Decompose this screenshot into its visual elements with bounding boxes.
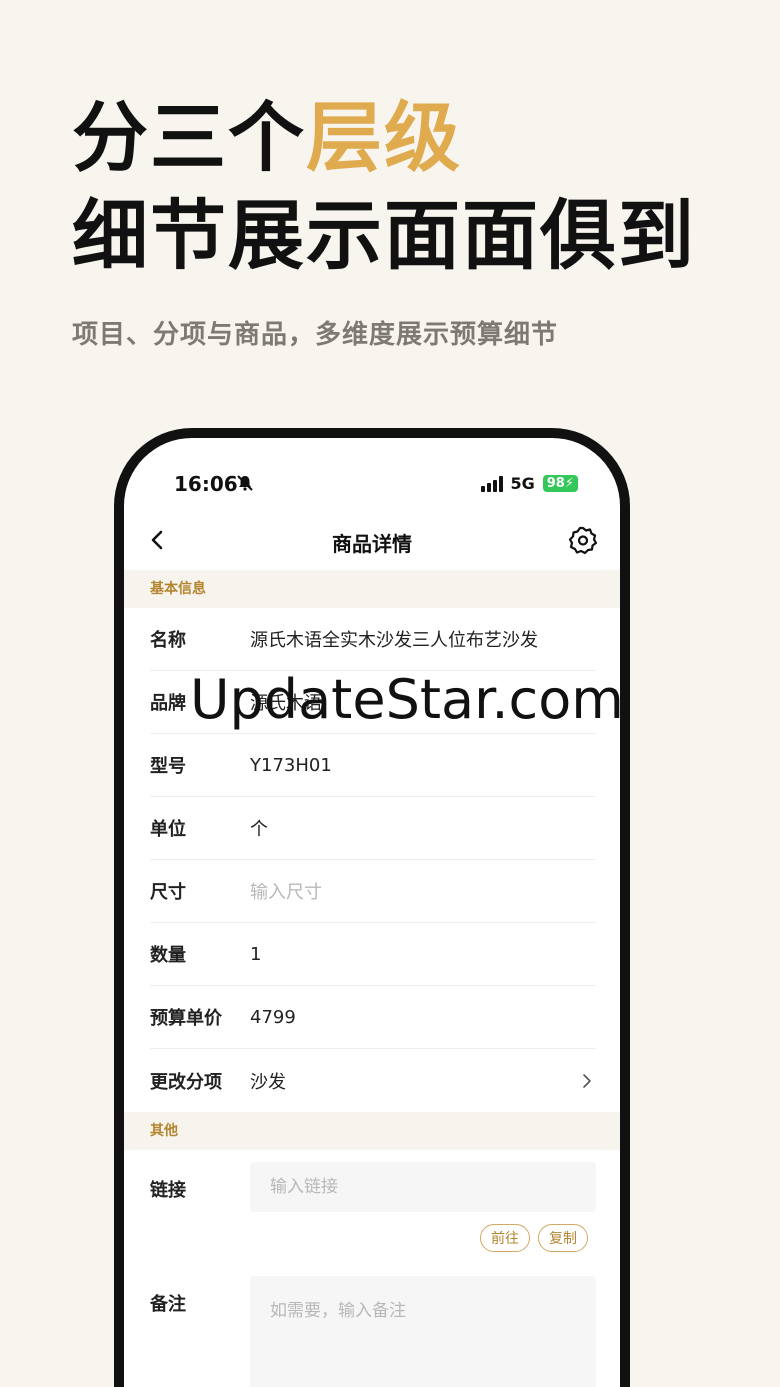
phone-frame: 16:06 5G 98⚡ 商品详情 基本信息 名称 源氏木语全实木沙发三人位布艺… <box>114 428 630 1387</box>
row-name[interactable]: 名称 源氏木语全实木沙发三人位布艺沙发 <box>150 608 596 671</box>
row-quantity[interactable]: 数量 1 <box>150 923 596 986</box>
remark-textarea[interactable]: 如需要，输入备注 <box>250 1276 596 1387</box>
row-label: 更改分项 <box>150 1071 222 1093</box>
section-basic-info: 基本信息 <box>124 570 620 608</box>
chevron-right-icon <box>583 1074 591 1088</box>
row-label: 预算单价 <box>150 1008 222 1029</box>
row-value: 沙发 <box>250 1071 286 1093</box>
battery-level: 98 <box>546 476 565 491</box>
watermark-text: UpdateStar.com <box>190 668 624 731</box>
row-value: Y173H01 <box>250 754 332 776</box>
link-input[interactable]: 输入链接 <box>250 1162 596 1212</box>
row-label: 单位 <box>150 819 186 840</box>
row-unit[interactable]: 单位 个 <box>150 797 596 860</box>
copy-button[interactable]: 复制 <box>538 1224 588 1252</box>
headline-line2: 细节展示面面俱到 <box>72 191 696 280</box>
gear-icon[interactable] <box>568 525 598 555</box>
row-value: 个 <box>250 819 268 840</box>
row-unit-price[interactable]: 预算单价 4799 <box>150 986 596 1049</box>
row-value: 1 <box>250 943 262 965</box>
subheadline: 项目、分项与商品，多维度展示预算细节 <box>72 320 559 350</box>
signal-icon <box>480 475 503 492</box>
size-input[interactable]: 输入尺寸 <box>250 878 322 904</box>
row-label: 名称 <box>150 630 186 651</box>
row-value: 源氏木语全实木沙发三人位布艺沙发 <box>250 630 538 651</box>
status-time: 16:06 <box>174 472 238 496</box>
goto-button[interactable]: 前往 <box>480 1224 530 1252</box>
status-indicators: 5G 98⚡ <box>480 474 578 493</box>
link-actions: 前往 复制 <box>150 1224 596 1252</box>
remark-label: 备注 <box>150 1294 186 1315</box>
link-field-row: 链接 输入链接 <box>150 1162 596 1212</box>
section-other: 其他 <box>124 1112 620 1150</box>
row-model[interactable]: 型号 Y173H01 <box>150 734 596 797</box>
network-type: 5G <box>510 474 535 493</box>
row-change-subitem[interactable]: 更改分项 沙发 <box>150 1049 596 1112</box>
status-bar: 16:06 5G 98⚡ <box>124 438 620 510</box>
headline-line1: 分三个层级 <box>72 100 696 176</box>
headline-accent: 层级 <box>306 93 462 182</box>
battery-icon: 98⚡ <box>542 475 578 492</box>
bell-muted-icon <box>237 475 253 491</box>
nav-bar: 商品详情 <box>124 510 620 570</box>
row-size[interactable]: 尺寸 输入尺寸 <box>150 860 596 923</box>
page-title: 商品详情 <box>332 532 412 556</box>
other-section: 链接 输入链接 前往 复制 备注 如需要，输入备注 <box>124 1162 620 1387</box>
remark-field-row: 备注 如需要，输入备注 <box>150 1276 596 1387</box>
row-label: 型号 <box>150 756 186 777</box>
headline-plain: 分三个 <box>72 93 306 182</box>
link-label: 链接 <box>150 1180 186 1201</box>
headline: 分三个层级 细节展示面面俱到 <box>72 100 696 274</box>
row-label: 尺寸 <box>150 882 186 903</box>
phone-screen: 16:06 5G 98⚡ 商品详情 基本信息 名称 源氏木语全实木沙发三人位布艺… <box>124 438 620 1387</box>
row-label: 数量 <box>150 945 186 966</box>
row-value: 4799 <box>250 1006 296 1028</box>
